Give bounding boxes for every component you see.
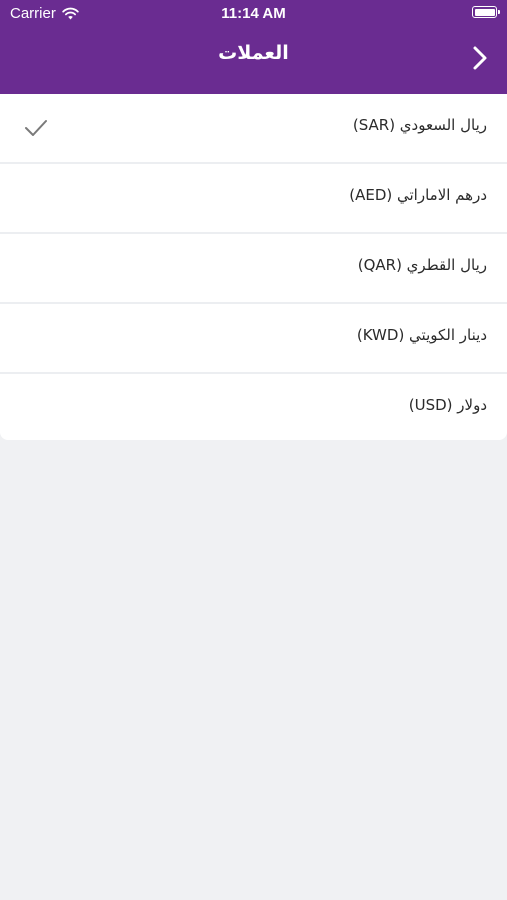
battery-icon	[472, 6, 500, 18]
status-bar: Carrier 11:14 AM	[0, 0, 507, 28]
currency-item-kwd[interactable]: دينار الكويتي (KWD)	[0, 304, 507, 374]
checkmark-icon	[25, 120, 47, 136]
back-button[interactable]	[467, 43, 493, 73]
currency-label: دولار (USD)	[408, 396, 487, 414]
currency-item-aed[interactable]: درهم الاماراتي (AED)	[0, 164, 507, 234]
currency-label: ريال القطري (QAR)	[357, 256, 487, 274]
currency-item-sar[interactable]: ريال السعودي (SAR)	[0, 94, 507, 164]
status-time: 11:14 AM	[221, 5, 286, 22]
currency-label: درهم الاماراتي (AED)	[349, 186, 487, 204]
chevron-right-icon	[473, 46, 487, 70]
currency-item-usd[interactable]: دولار (USD)	[0, 374, 507, 440]
currency-label: ريال السعودي (SAR)	[352, 116, 487, 134]
currency-item-qar[interactable]: ريال القطري (QAR)	[0, 234, 507, 304]
navigation-header: Carrier 11:14 AM العملات	[0, 0, 507, 94]
page-title: العملات	[218, 42, 289, 64]
currency-list: ريال السعودي (SAR) درهم الاماراتي (AED) …	[0, 94, 507, 440]
currency-label: دينار الكويتي (KWD)	[356, 326, 487, 344]
